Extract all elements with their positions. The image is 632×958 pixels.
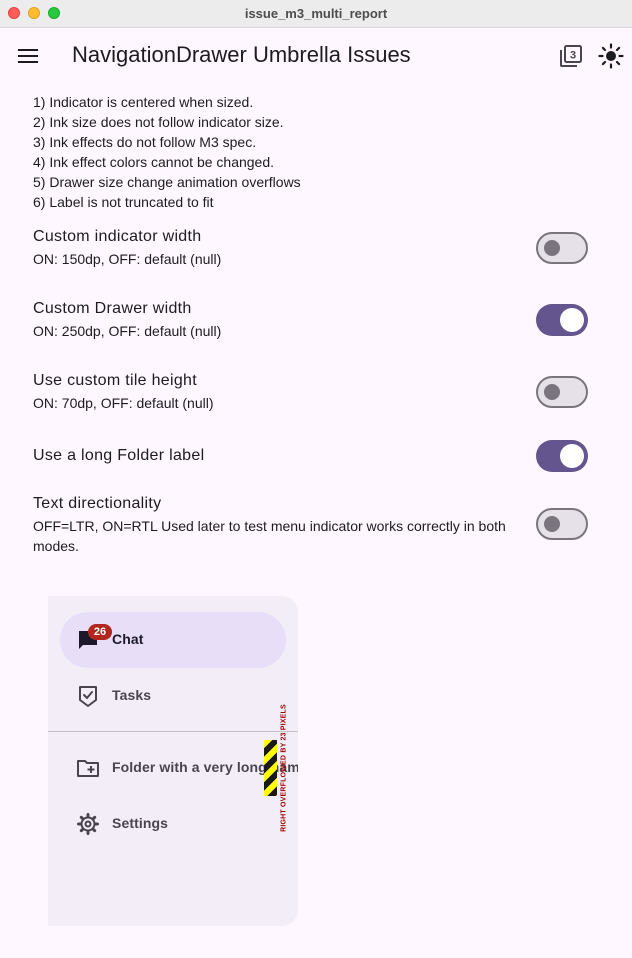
setting-title: Custom indicator width [33, 228, 202, 245]
drawer-item-label: Settings [112, 815, 169, 831]
setting-subtitle: OFF=LTR, ON=RTL Used later to test menu … [33, 518, 506, 554]
issue-item: 1) Indicator is centered when sized. [33, 94, 254, 110]
minimize-window-button[interactable] [28, 7, 40, 19]
setting-text-directionality[interactable]: Text directionality OFF=LTR, ON=RTL Used… [0, 488, 632, 560]
brightness-icon [598, 43, 624, 69]
switch-thumb [544, 384, 560, 400]
text-directionality-switch[interactable] [536, 508, 588, 540]
issue-item: 2) Ink size does not follow indicator si… [33, 114, 284, 130]
folder-add-icon [77, 760, 99, 777]
page-title: NavigationDrawer Umbrella Issues [72, 42, 411, 67]
overflow-warning-text: RIGHT OVERFLOWED BY 23 PIXELS [280, 704, 288, 832]
custom-tile-height-switch[interactable] [536, 376, 588, 408]
theme-toggle-button[interactable] [597, 42, 625, 70]
custom-indicator-width-switch[interactable] [536, 232, 588, 264]
drawer-item-chat[interactable]: 26 Chat [60, 612, 286, 668]
drawer-divider [48, 731, 298, 732]
setting-title: Text directionality [33, 495, 162, 512]
menu-button[interactable] [14, 42, 42, 70]
window-controls [8, 7, 60, 19]
setting-subtitle: ON: 70dp, OFF: default (null) [33, 395, 214, 411]
switch-thumb [560, 444, 584, 468]
overflow-indicator-stripes [264, 740, 277, 796]
window-title: issue_m3_multi_report [244, 6, 388, 21]
maximize-window-button[interactable] [48, 7, 60, 19]
issue-item: 4) Ink effect colors cannot be changed. [33, 154, 275, 170]
switch-thumb [560, 308, 584, 332]
switch-thumb [544, 516, 560, 532]
drawer-item-folder[interactable]: Folder with a very long name [60, 740, 298, 796]
window-titlebar: issue_m3_multi_report [0, 0, 632, 28]
overflow-warning: RIGHT OVERFLOWED BY 23 PIXELS [278, 700, 290, 836]
gear-icon [77, 813, 99, 835]
close-window-button[interactable] [8, 7, 20, 19]
material-3-toggle-icon: 3 [560, 45, 582, 67]
issue-item: 5) Drawer size change animation overflow… [33, 174, 301, 190]
drawer-item-label: Chat [112, 631, 144, 647]
notification-badge: 26 [88, 624, 112, 640]
setting-subtitle: ON: 250dp, OFF: default (null) [33, 323, 222, 339]
svg-text:3: 3 [570, 50, 576, 62]
app-bar: NavigationDrawer Umbrella Issues 3 [0, 28, 632, 84]
setting-custom-tile-height[interactable]: Use custom tile height ON: 70dp, OFF: de… [0, 364, 632, 420]
setting-subtitle: ON: 150dp, OFF: default (null) [33, 251, 222, 267]
issue-item: 6) Label is not truncated to fit [33, 194, 214, 210]
task-check-icon [79, 686, 97, 707]
setting-title: Use a long Folder label [33, 447, 205, 464]
drawer-item-label: Tasks [112, 687, 152, 703]
issue-item: 3) Ink effects do not follow M3 spec. [33, 134, 257, 150]
material-3-toggle-button[interactable]: 3 [557, 42, 585, 70]
hamburger-menu-icon [18, 49, 38, 63]
long-folder-label-switch[interactable] [536, 440, 588, 472]
issues-list: 1) Indicator is centered when sized. 2) … [33, 92, 301, 212]
custom-drawer-width-switch[interactable] [536, 304, 588, 336]
drawer-item-settings[interactable]: Settings [60, 796, 286, 852]
setting-custom-indicator-width[interactable]: Custom indicator width ON: 150dp, OFF: d… [0, 220, 632, 276]
setting-title: Use custom tile height [33, 372, 198, 389]
drawer-item-tasks[interactable]: Tasks [60, 668, 286, 724]
navigation-drawer: 26 Chat Tasks Folder with a very long na… [48, 596, 298, 926]
switch-thumb [544, 240, 560, 256]
setting-custom-drawer-width[interactable]: Custom Drawer width ON: 250dp, OFF: defa… [0, 292, 632, 348]
setting-long-folder-label[interactable]: Use a long Folder label [0, 436, 632, 476]
setting-title: Custom Drawer width [33, 300, 192, 317]
